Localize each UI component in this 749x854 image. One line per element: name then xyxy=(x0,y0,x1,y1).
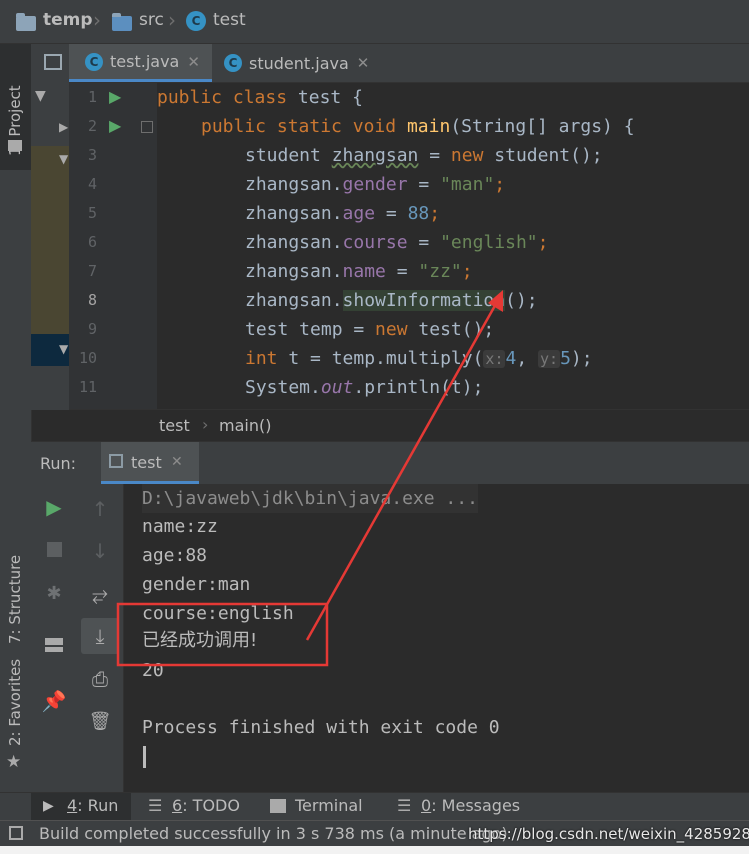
toolwindow-label: Terminal xyxy=(295,796,363,815)
toolwindow-terminal[interactable]: Terminal xyxy=(268,793,378,821)
messages-icon: ☰ xyxy=(397,796,412,815)
status-toggle-icon[interactable] xyxy=(9,826,23,840)
status-message: Build completed successfully in 3 s 738 … xyxy=(39,824,508,843)
list-icon: ☰ xyxy=(148,796,163,815)
run-icon: ▶ xyxy=(43,798,54,814)
toolwindow-todo[interactable]: ☰ 6: TODO xyxy=(146,793,256,821)
tool-window-bar: ▶ 4: Run ☰ 6: TODO Terminal ☰ 0: Message… xyxy=(0,792,749,821)
annotation-overlay xyxy=(116,290,503,667)
bottom-strip xyxy=(0,846,749,854)
annotation-arrowhead xyxy=(488,290,503,312)
toolwindow-label: 0: Messages xyxy=(421,796,521,815)
toolwindow-label: 4: Run xyxy=(67,796,119,815)
annotation-arrow xyxy=(305,301,499,641)
terminal-icon xyxy=(270,799,286,813)
toolwindow-messages[interactable]: ☰ 0: Messages xyxy=(395,793,535,821)
watermark: https://blog.csdn.net/weixin_42859280 xyxy=(468,825,749,843)
toolwindow-run[interactable]: ▶ 4: Run xyxy=(31,793,131,821)
status-bar: Build completed successfully in 3 s 738 … xyxy=(0,820,749,847)
annotation-box xyxy=(116,602,329,667)
toolwindow-label: 6: TODO xyxy=(172,796,240,815)
